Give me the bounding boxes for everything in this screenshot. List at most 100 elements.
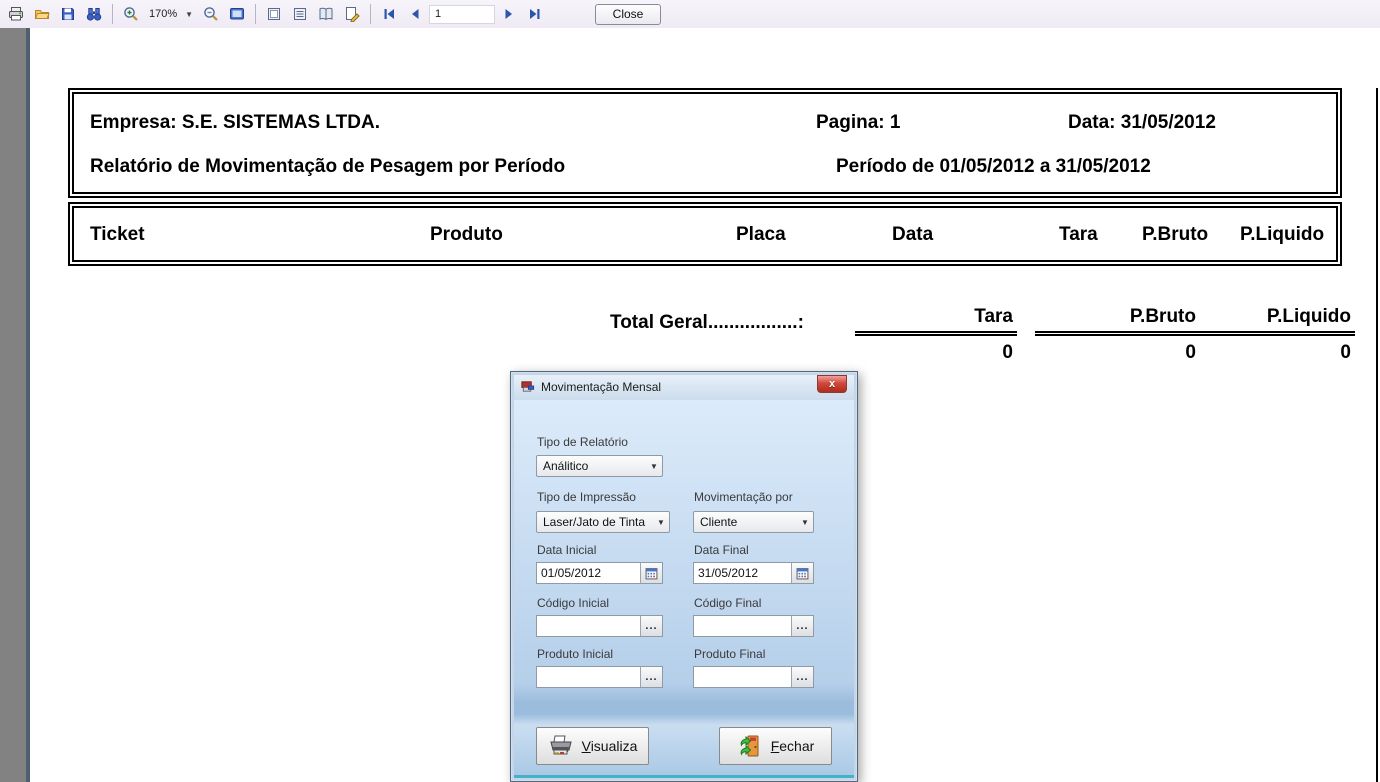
total-pliquido-header: P.Liquido	[1190, 306, 1355, 336]
report-company: Empresa: S.E. SISTEMAS LTDA.	[90, 112, 380, 134]
data-final-calendar-button[interactable]	[791, 563, 813, 583]
fit-window-icon	[229, 6, 245, 22]
tipo-relatorio-value: Análitico	[543, 459, 646, 473]
tipo-relatorio-label: Tipo de Relatório	[537, 435, 628, 449]
dialog-bottom-edge	[514, 775, 854, 778]
total-column-pbruto: P.Bruto 0	[1035, 306, 1200, 364]
chevron-down-icon: ▼	[653, 512, 669, 532]
total-column-tara: Tara 0	[855, 306, 1017, 364]
dialog-title: Movimentação Mensal	[541, 380, 661, 394]
prev-page-button[interactable]	[403, 3, 427, 25]
codigo-final-label: Código Final	[694, 596, 761, 610]
codigo-final-lookup-button[interactable]: ...	[791, 616, 813, 636]
zoom-level-value: 170%	[149, 8, 177, 20]
last-page-button[interactable]	[523, 3, 547, 25]
report-date: Data: 31/05/2012	[1068, 112, 1216, 134]
edit-page-button[interactable]	[340, 3, 364, 25]
tipo-impressao-label: Tipo de Impressão	[537, 490, 636, 504]
print-icon	[8, 6, 24, 22]
page-number-input[interactable]	[429, 5, 495, 24]
chevron-down-icon: ▼	[797, 512, 813, 532]
report-title: Relatório de Movimentação de Pesagem por…	[90, 156, 565, 178]
save-icon	[60, 6, 76, 22]
column-header-data: Data	[892, 224, 933, 246]
fechar-button[interactable]: Fechar	[719, 727, 832, 765]
total-pbruto-value: 0	[1035, 336, 1200, 364]
produto-final-input[interactable]	[694, 667, 791, 687]
codigo-inicial-input[interactable]	[537, 616, 640, 636]
tipo-relatorio-combo[interactable]: Análitico ▼	[536, 455, 663, 477]
data-inicial-input[interactable]	[537, 563, 640, 583]
report-page-number: Pagina: 1	[816, 112, 900, 134]
open-button[interactable]	[30, 3, 54, 25]
ellipsis-icon: ...	[796, 623, 808, 629]
facing-pages-button[interactable]	[314, 3, 338, 25]
dialog-close-button[interactable]: x	[817, 375, 847, 393]
next-page-icon	[501, 6, 517, 22]
column-header-pliquido: P.Liquido	[1240, 224, 1324, 246]
zoom-out-button[interactable]	[199, 3, 223, 25]
codigo-inicial-lookup-button[interactable]: ...	[640, 616, 662, 636]
column-header-tara: Tara	[1059, 224, 1098, 246]
ellipsis-icon: ...	[645, 623, 657, 629]
data-inicial-calendar-button[interactable]	[640, 563, 662, 583]
page-width-view-button[interactable]	[288, 3, 312, 25]
total-column-pliquido: P.Liquido 0	[1190, 306, 1355, 364]
data-final-label: Data Final	[694, 543, 749, 557]
whole-page-view-button[interactable]	[262, 3, 286, 25]
column-header-pbruto: P.Bruto	[1142, 224, 1208, 246]
movimentacao-por-value: Cliente	[700, 515, 797, 529]
data-final-input[interactable]	[694, 563, 791, 583]
tipo-impressao-combo[interactable]: Laser/Jato de Tinta ▼	[536, 511, 670, 533]
movimentacao-por-combo[interactable]: Cliente ▼	[693, 511, 814, 533]
ellipsis-icon: ...	[796, 674, 808, 680]
find-button[interactable]	[82, 3, 106, 25]
codigo-final-field: ...	[693, 615, 814, 637]
produto-inicial-lookup-button[interactable]: ...	[640, 667, 662, 687]
produto-inicial-label: Produto Inicial	[537, 647, 613, 661]
visualiza-button[interactable]: Visualiza	[536, 727, 649, 765]
fit-window-button[interactable]	[225, 3, 249, 25]
binoculars-icon	[86, 6, 102, 22]
page-lines-icon	[292, 6, 308, 22]
produto-final-field: ...	[693, 666, 814, 688]
total-pliquido-value: 0	[1190, 336, 1355, 364]
produto-inicial-input[interactable]	[537, 667, 640, 687]
report-right-border	[1376, 88, 1378, 782]
dialog-titlebar[interactable]: Movimentação Mensal	[512, 373, 856, 400]
fechar-label: Fechar	[771, 738, 815, 754]
calendar-icon	[645, 567, 658, 580]
produto-final-label: Produto Final	[694, 647, 765, 661]
last-page-icon	[527, 6, 543, 22]
data-inicial-field	[536, 562, 663, 584]
open-book-icon	[318, 6, 334, 22]
preview-gutter	[0, 28, 26, 782]
ellipsis-icon: ...	[645, 674, 657, 680]
toolbar-separator	[370, 4, 371, 24]
prev-page-icon	[407, 6, 423, 22]
single-page-icon	[266, 6, 282, 22]
codigo-inicial-field: ...	[536, 615, 663, 637]
report-columns-box: Ticket Produto Placa Data Tara P.Bruto P…	[68, 202, 1342, 266]
zoom-out-icon	[203, 6, 219, 22]
dialog-body: Tipo de Relatório Análitico ▼ Tipo de Im…	[514, 400, 854, 778]
visualiza-label: Visualiza	[582, 738, 638, 754]
save-button[interactable]	[56, 3, 80, 25]
exit-door-icon	[737, 733, 763, 759]
close-preview-button[interactable]: Close	[595, 4, 661, 25]
codigo-final-input[interactable]	[694, 616, 791, 636]
zoom-level-dropdown[interactable]: 170% ▼	[145, 4, 197, 24]
total-pbruto-header: P.Bruto	[1035, 306, 1200, 336]
report-period: Período de 01/05/2012 a 31/05/2012	[836, 156, 1151, 178]
chevron-down-icon: ▼	[185, 10, 193, 19]
first-page-icon	[381, 6, 397, 22]
first-page-button[interactable]	[377, 3, 401, 25]
produto-inicial-field: ...	[536, 666, 663, 688]
toolbar-separator	[255, 4, 256, 24]
next-page-button[interactable]	[497, 3, 521, 25]
data-inicial-label: Data Inicial	[537, 543, 596, 557]
codigo-inicial-label: Código Inicial	[537, 596, 609, 610]
print-button[interactable]	[4, 3, 28, 25]
zoom-in-button[interactable]	[119, 3, 143, 25]
produto-final-lookup-button[interactable]: ...	[791, 667, 813, 687]
